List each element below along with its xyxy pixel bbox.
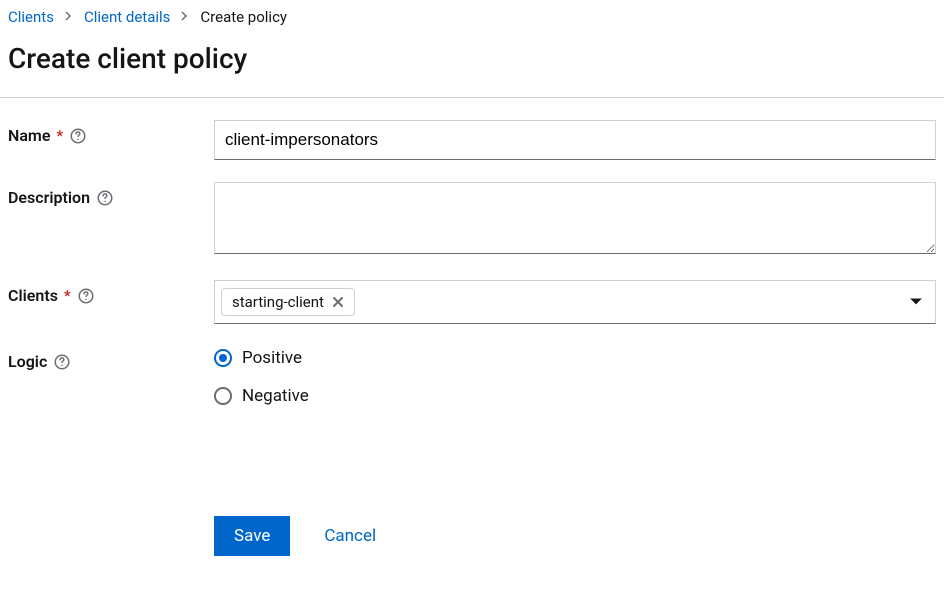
breadcrumb: Clients Client details Create policy bbox=[0, 0, 944, 30]
form-row-clients: Clients * starting-client bbox=[0, 258, 944, 324]
chevron-right-icon bbox=[180, 10, 190, 25]
logic-radio-negative-label: Negative bbox=[242, 386, 309, 406]
required-marker: * bbox=[64, 286, 71, 305]
description-label: Description bbox=[8, 182, 214, 207]
clients-label: Clients * bbox=[8, 280, 214, 305]
description-textarea[interactable] bbox=[214, 182, 936, 254]
name-label: Name * bbox=[8, 120, 214, 145]
logic-radio-positive-label: Positive bbox=[242, 348, 302, 368]
page-title: Create client policy bbox=[0, 30, 944, 97]
radio-icon bbox=[214, 387, 232, 405]
clients-select[interactable]: starting-client bbox=[214, 280, 936, 324]
form-row-description: Description bbox=[0, 160, 944, 258]
form-row-logic: Logic Positive Negative bbox=[0, 324, 944, 406]
clients-label-text: Clients bbox=[8, 286, 58, 305]
breadcrumb-current: Create policy bbox=[200, 8, 287, 26]
save-button[interactable]: Save bbox=[214, 516, 290, 556]
required-marker: * bbox=[56, 126, 63, 145]
logic-radio-group: Positive Negative bbox=[214, 346, 936, 406]
name-label-text: Name bbox=[8, 126, 50, 145]
logic-label: Logic bbox=[8, 346, 214, 371]
logic-radio-negative[interactable]: Negative bbox=[214, 386, 936, 406]
client-chip: starting-client bbox=[221, 288, 355, 316]
description-label-text: Description bbox=[8, 188, 90, 207]
client-chip-label: starting-client bbox=[232, 293, 324, 311]
logic-label-text: Logic bbox=[8, 352, 47, 371]
radio-icon bbox=[214, 349, 232, 367]
chevron-right-icon bbox=[64, 10, 74, 25]
close-icon[interactable] bbox=[332, 296, 344, 308]
cancel-button[interactable]: Cancel bbox=[320, 516, 380, 556]
help-icon[interactable] bbox=[53, 353, 71, 371]
breadcrumb-client-details-link[interactable]: Client details bbox=[84, 8, 170, 26]
clients-chip-area: starting-client bbox=[221, 288, 355, 316]
help-icon[interactable] bbox=[77, 287, 95, 305]
name-input[interactable] bbox=[214, 120, 936, 160]
breadcrumb-clients-link[interactable]: Clients bbox=[8, 8, 54, 26]
caret-down-icon bbox=[909, 295, 923, 309]
help-icon[interactable] bbox=[96, 189, 114, 207]
form-actions: Save Cancel bbox=[206, 516, 944, 556]
logic-radio-positive[interactable]: Positive bbox=[214, 348, 936, 368]
form-row-name: Name * bbox=[0, 98, 944, 160]
help-icon[interactable] bbox=[69, 127, 87, 145]
